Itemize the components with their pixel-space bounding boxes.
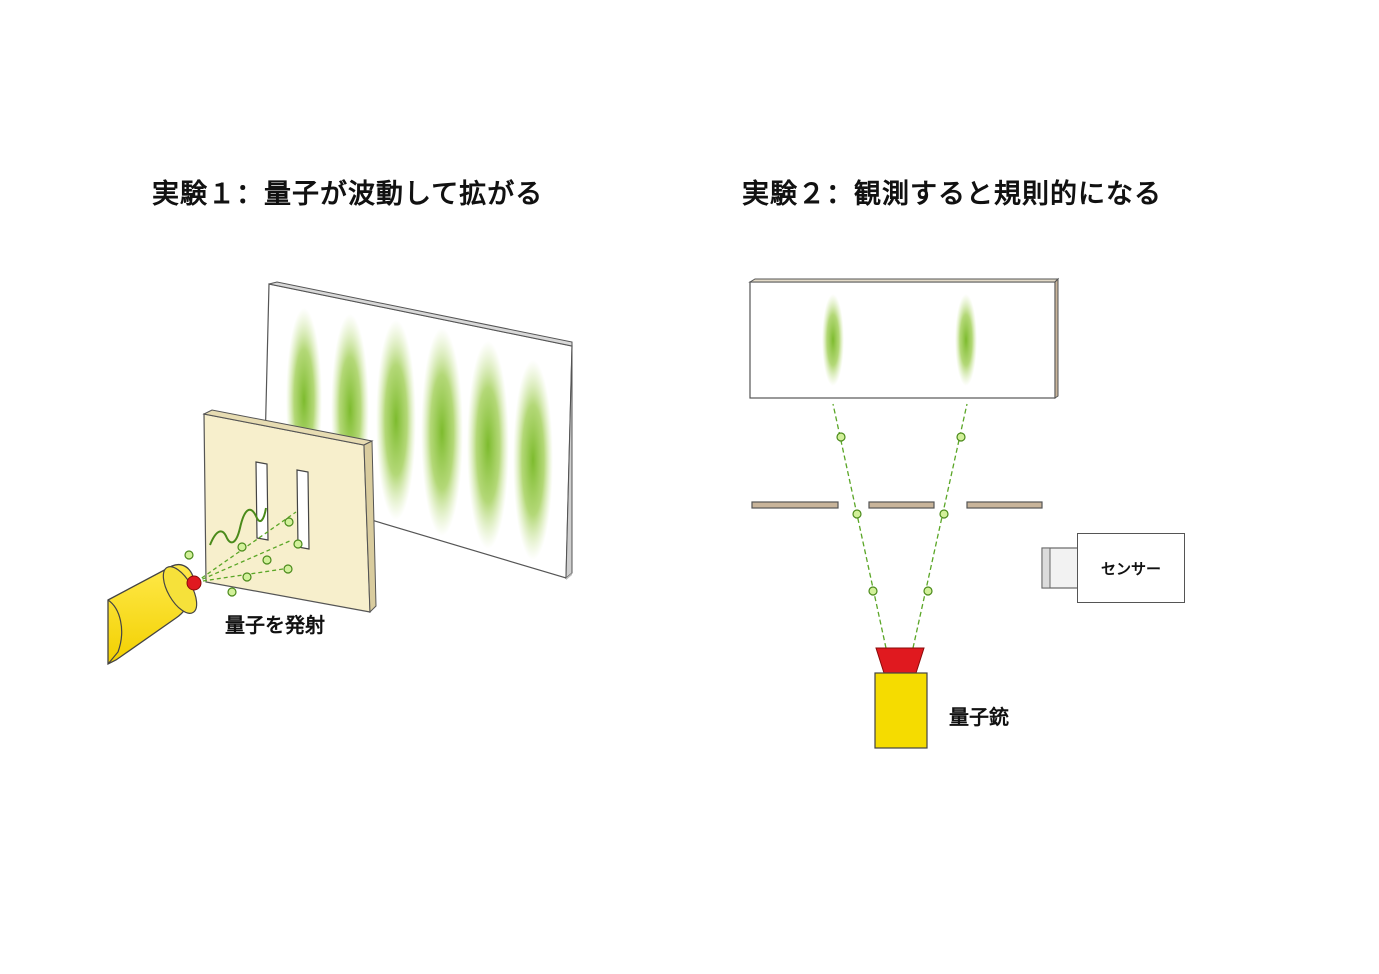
gun-nozzle <box>875 647 925 674</box>
slit-left <box>255 461 269 541</box>
emit-label: 量子を発射 <box>225 613 325 637</box>
particle <box>284 517 294 527</box>
experiment1-diagram <box>107 281 573 666</box>
particle <box>184 550 194 560</box>
particle <box>283 564 293 574</box>
fringe <box>421 328 463 536</box>
experiment2-diagram <box>748 277 1079 749</box>
particle <box>852 509 862 519</box>
particle <box>262 555 272 565</box>
barrier-segment <box>868 501 935 509</box>
fringe <box>822 294 844 386</box>
particle <box>939 509 949 519</box>
barrier-segment <box>751 501 839 509</box>
gun-label: 量子銃 <box>949 705 1009 729</box>
quantum-gun-2 <box>874 647 928 749</box>
particles <box>836 432 966 596</box>
particle <box>227 587 237 597</box>
sensor-lens <box>1041 547 1079 589</box>
detector-screen <box>748 277 1060 399</box>
double-slit-plate <box>202 409 377 614</box>
diagram-canvas <box>107 277 1079 749</box>
fringe <box>376 320 416 520</box>
slit-right <box>296 469 310 550</box>
particle-trajectories <box>832 403 968 649</box>
particle <box>923 586 933 596</box>
sensor-label: センサー <box>1100 559 1161 578</box>
particle <box>237 542 247 552</box>
particle <box>293 539 303 549</box>
fringe <box>513 360 553 560</box>
particle <box>836 432 846 442</box>
particle <box>868 586 878 596</box>
particle <box>956 432 966 442</box>
fringe <box>467 341 509 549</box>
fringe <box>955 294 977 386</box>
particle <box>242 572 252 582</box>
slit-barrier <box>751 501 1043 509</box>
sensor-box: センサー <box>1077 533 1185 603</box>
gun-nozzle <box>186 575 202 591</box>
barrier-segment <box>966 501 1043 509</box>
quantum-gun-1 <box>107 563 202 666</box>
